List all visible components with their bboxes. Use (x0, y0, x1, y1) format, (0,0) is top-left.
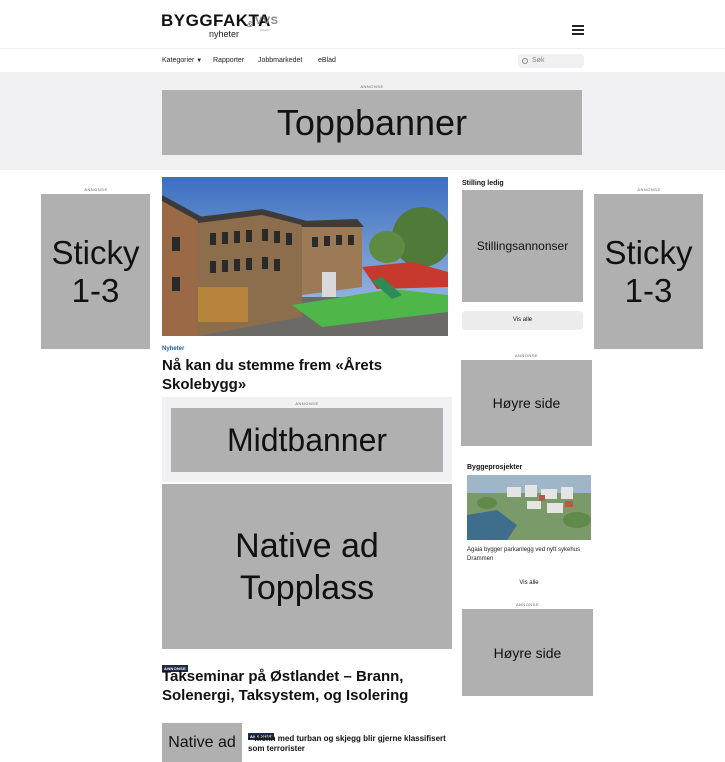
ad-label: ANNONSE (295, 401, 319, 406)
search-input[interactable]: Søk (518, 54, 584, 68)
sticky-ad-left[interactable]: Sticky 1-3 (41, 194, 150, 349)
byggeprosjekt-caption[interactable]: Agaia bygger parkanlegg ved nytt sykehus… (467, 546, 591, 564)
logo-subtitle: nyheter (209, 29, 240, 39)
vis-alle-link[interactable]: Vis alle (467, 580, 591, 586)
ad-label: ANNONSE (360, 84, 384, 89)
ad-label: ANNONSE (514, 353, 539, 358)
nav-item-rapporter[interactable]: Rapporter (213, 57, 244, 65)
native-ad-headline[interactable]: – Menn med turban og skjegg blir gjerne … (248, 734, 448, 754)
stilling-ledig-title: Stilling ledig (462, 180, 504, 187)
sticky-ad-right[interactable]: Sticky 1-3 (594, 194, 703, 349)
mid-ad-area: ANNONSE Midtbanner (162, 397, 452, 482)
partner-logo[interactable]: VVS (255, 15, 279, 27)
article-headline[interactable]: Nå kan du stemme frem «Årets Skolebygg» (162, 356, 448, 394)
right-side-ad-2[interactable]: Høyre side (462, 609, 593, 696)
sponsored-headline[interactable]: Takseminar på Østlandet – Brann, Solener… (162, 667, 452, 705)
ad-label: ANNONSE (84, 187, 108, 192)
vis-alle-button[interactable]: Vis alle (462, 311, 583, 330)
byggeprosjekter-title: Byggeprosjekter (467, 464, 523, 471)
native-ad-topplass[interactable]: Native ad Topplass (162, 484, 452, 649)
chevron-down-icon: ▼ (196, 58, 203, 64)
article-category[interactable]: Nyheter (162, 346, 184, 352)
byggeprosjekt-image[interactable] (467, 475, 591, 540)
school-building-photo (162, 177, 448, 336)
main-nav: Kategorier ▼ Rapporter Jobbmarkedet eBla… (0, 48, 725, 72)
job-ads-box[interactable]: Stillingsannonser (462, 190, 583, 302)
top-banner-ad[interactable]: Toppbanner (162, 90, 582, 155)
hero-image[interactable] (162, 177, 448, 336)
nav-item-eblad[interactable]: eBlad (318, 57, 336, 65)
ad-label: ANNONSE (515, 602, 540, 607)
partner-logo-subtitle: aktuelt (260, 28, 269, 32)
nav-item-jobbmarkedet[interactable]: Jobbmarkedet (258, 57, 302, 65)
aerial-project-photo (467, 475, 591, 540)
logo-separator: & (247, 20, 253, 29)
nav-item-kategorier[interactable]: Kategorier ▼ (162, 57, 202, 65)
top-ad-area: ANNONSE Toppbanner (0, 72, 725, 170)
mid-banner-ad[interactable]: Midtbanner (171, 408, 443, 472)
right-side-ad-1[interactable]: Høyre side (461, 360, 592, 446)
site-header: BYGGFAKTA nyheter & VVS aktuelt (0, 0, 725, 48)
hamburger-menu-icon[interactable] (572, 25, 584, 35)
native-ad-small[interactable]: Native ad (162, 723, 242, 762)
search-icon (522, 58, 528, 64)
ad-label: ANNONSE (637, 187, 661, 192)
